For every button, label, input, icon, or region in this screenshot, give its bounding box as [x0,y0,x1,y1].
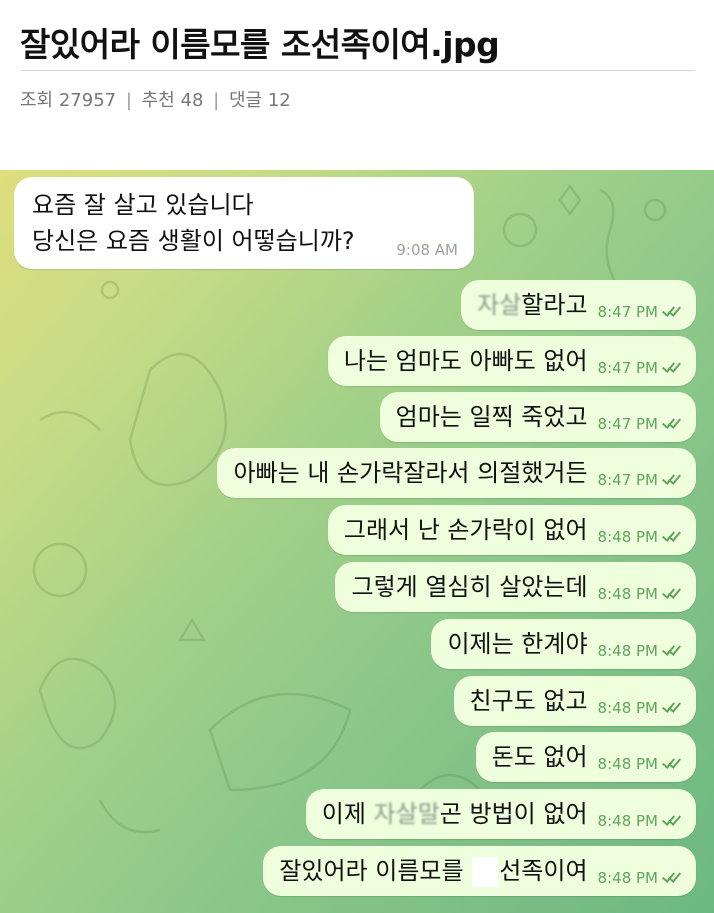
message-meta: 8:47 PM [598,415,682,433]
message-text-part: 이제 [321,800,374,828]
message-time: 8:47 PM [597,415,658,433]
message-text: 엄마는 일찍 죽었고 [395,403,588,431]
outgoing-message: 돈도 없어 8:48 PM [475,732,696,782]
outgoing-message: 친구도 없고 8:48 PM [453,676,696,726]
message-time: 8:48 PM [597,755,658,773]
blurred-word: 자살말 [373,800,440,828]
message-text: 돈도 없어 [491,743,588,771]
double-check-icon [662,474,682,486]
message-meta: 8:47 PM [598,303,682,321]
outgoing-message: 그렇게 열심히 살았는데 8:48 PM [335,562,696,612]
double-check-icon [662,362,682,374]
double-check-icon [662,531,682,543]
message-time: 8:48 PM [597,528,658,546]
message-text: 친구도 없고 [469,687,588,715]
outgoing-message: 이제는 한계야 8:48 PM [431,619,696,669]
message-time: 8:48 PM [597,642,658,660]
title-divider [20,70,695,71]
message-text: 자살할라고 [477,280,587,330]
outgoing-message: 이제 자살말곤 방법이 없어 8:48 PM [305,789,696,839]
message-meta: 8:48 PM [598,869,682,887]
message-text-part: 할라고 [521,291,588,319]
message-text-part: 잘있어라 이름모를 [279,857,472,885]
outgoing-message: 그래서 난 손가락이 없어 8:48 PM [327,505,696,555]
outgoing-message: 엄마는 일찍 죽었고 8:47 PM [379,392,696,442]
blurred-word: 자살 [477,291,522,319]
message-text: 그렇게 열심히 살았는데 [351,573,588,601]
post-meta: 조회 27957 | 추천 48 | 댓글 12 [20,86,291,112]
message-time: 9:08 AM [396,241,458,259]
message-text: 그래서 난 손가락이 없어 [343,516,588,544]
message-time: 8:48 PM [597,869,658,887]
message-time: 8:48 PM [597,699,658,717]
message-text: 아빠는 내 손가락잘라서 의절했거든 [233,459,588,487]
message-time: 8:47 PM [597,303,658,321]
redaction-box [472,857,499,887]
comments-label: 댓글 [228,90,263,111]
message-text: 이제 자살말곤 방법이 없어 [322,789,588,839]
likes-label: 추천 [141,90,175,111]
message-meta: 8:48 PM [598,642,682,660]
outgoing-message: 자살할라고 8:47 PM [461,280,696,330]
message-time: 8:47 PM [597,359,658,377]
message-meta: 8:48 PM [598,585,682,603]
message-text: 이제는 한계야 [447,630,588,658]
double-check-icon [662,758,682,770]
message-text: 나는 엄마도 아빠도 없어 [343,347,588,375]
message-time: 8:48 PM [597,812,658,830]
message-text-line: 요즘 잘 살고 있습니다 [32,191,254,219]
double-check-icon [662,645,682,657]
views-count: 27957 [58,90,117,111]
double-check-icon [662,306,682,318]
message-time: 8:47 PM [597,471,658,489]
views-label: 조회 [20,90,54,111]
double-check-icon [662,702,682,714]
double-check-icon [662,588,682,600]
message-meta: 8:47 PM [598,359,682,377]
double-check-icon [662,872,682,884]
message-meta: 8:47 PM [598,471,682,489]
incoming-message: 요즘 잘 살고 있습니다 당신은 요즘 생활이 어떻습니까? 9:08 AM [14,177,474,269]
comments-count: 12 [267,90,291,111]
message-time: 8:48 PM [597,585,658,603]
chat-screenshot: 요즘 잘 살고 있습니다 당신은 요즘 생활이 어떻습니까? 9:08 AM 자… [0,170,714,913]
double-check-icon [662,418,682,430]
post-title: 잘있어라 이름모를 조선족이여.jpg [20,25,500,64]
double-check-icon [662,815,682,827]
message-text-part: 선족이여 [499,857,588,885]
message-meta: 8:48 PM [598,812,682,830]
message-text-part: 곤 방법이 없어 [439,800,588,828]
message-meta: 8:48 PM [598,528,682,546]
outgoing-message: 아빠는 내 손가락잘라서 의절했거든 8:47 PM [217,448,696,498]
outgoing-message: 나는 엄마도 아빠도 없어 8:47 PM [327,336,696,386]
outgoing-message: 잘있어라 이름모를 선족이여 8:48 PM [263,846,696,896]
message-meta: 8:48 PM [598,755,682,773]
message-text: 잘있어라 이름모를 선족이여 [279,846,588,896]
likes-count: 48 [180,90,204,111]
meta-separator: | [125,90,132,111]
meta-separator: | [213,90,220,111]
message-meta: 8:48 PM [598,699,682,717]
